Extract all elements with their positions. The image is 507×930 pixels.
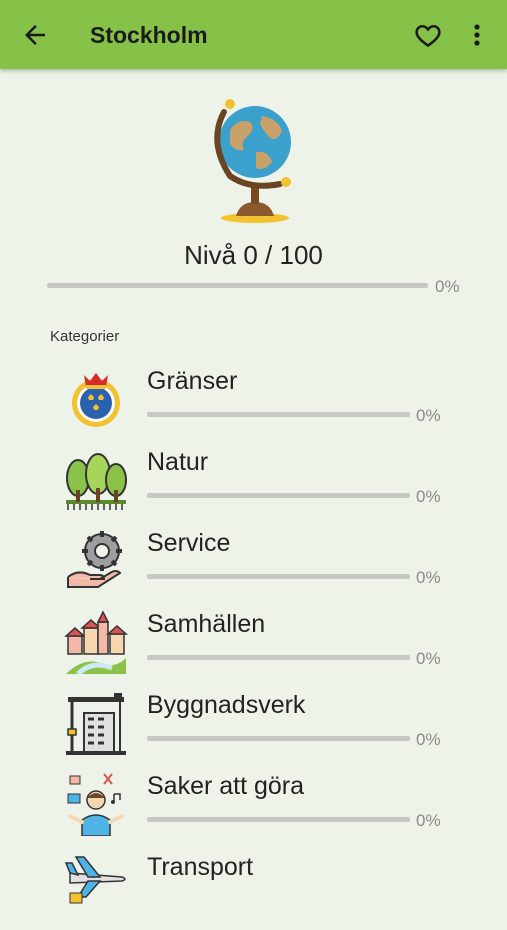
category-name: Byggnadsverk xyxy=(147,691,306,719)
crane-building-icon xyxy=(66,693,126,755)
category-percent: 0% xyxy=(416,487,441,506)
trees-icon xyxy=(66,453,127,510)
category-percent: 0% xyxy=(416,730,441,749)
category-percent: 0% xyxy=(416,568,441,587)
section-title: Kategorier xyxy=(50,328,120,345)
category-name: Saker att göra xyxy=(147,772,305,800)
more-vertical-icon[interactable] xyxy=(466,21,488,49)
category-item-samhallen[interactable]: Samhällen 0% xyxy=(0,606,507,687)
globe-icon xyxy=(214,99,291,223)
category-name: Natur xyxy=(147,448,209,476)
category-name: Gränser xyxy=(147,367,238,395)
category-percent: 0% xyxy=(416,649,441,668)
category-percent: 0% xyxy=(416,406,441,425)
category-progress-bar xyxy=(147,655,410,660)
category-item-natur[interactable]: Natur 0% xyxy=(0,444,507,525)
category-progress-bar xyxy=(147,736,410,741)
coat-of-arms-icon xyxy=(72,373,120,427)
app-bar: Stockholm xyxy=(0,0,507,69)
category-item-saker-att-gora[interactable]: Saker att göra 0% xyxy=(0,768,507,849)
gear-hand-icon xyxy=(67,531,122,588)
level-progress-bar xyxy=(47,283,428,288)
category-item-service[interactable]: Service 0% xyxy=(0,525,507,606)
category-progress-bar xyxy=(147,817,410,822)
heart-outline-icon[interactable] xyxy=(414,21,442,49)
category-progress-bar xyxy=(147,493,410,498)
category-percent: 0% xyxy=(416,811,441,830)
town-icon xyxy=(64,610,128,674)
category-item-transport[interactable]: Transport xyxy=(0,849,507,930)
category-name: Service xyxy=(147,529,231,557)
level-percent: 0% xyxy=(435,277,460,296)
category-item-granser[interactable]: Gränser 0% xyxy=(0,363,507,444)
category-name: Transport xyxy=(147,853,254,881)
arrow-left-icon[interactable] xyxy=(20,20,50,50)
category-name: Samhällen xyxy=(147,610,266,638)
category-item-byggnadsverk[interactable]: Byggnadsverk 0% xyxy=(0,687,507,768)
category-progress-bar xyxy=(147,574,410,579)
page-title: Stockholm xyxy=(90,22,208,48)
category-progress-bar xyxy=(147,412,410,417)
person-activities-icon xyxy=(67,773,124,836)
level-label: Nivå 0 / 100 xyxy=(184,240,323,270)
airplane-icon xyxy=(64,856,126,904)
